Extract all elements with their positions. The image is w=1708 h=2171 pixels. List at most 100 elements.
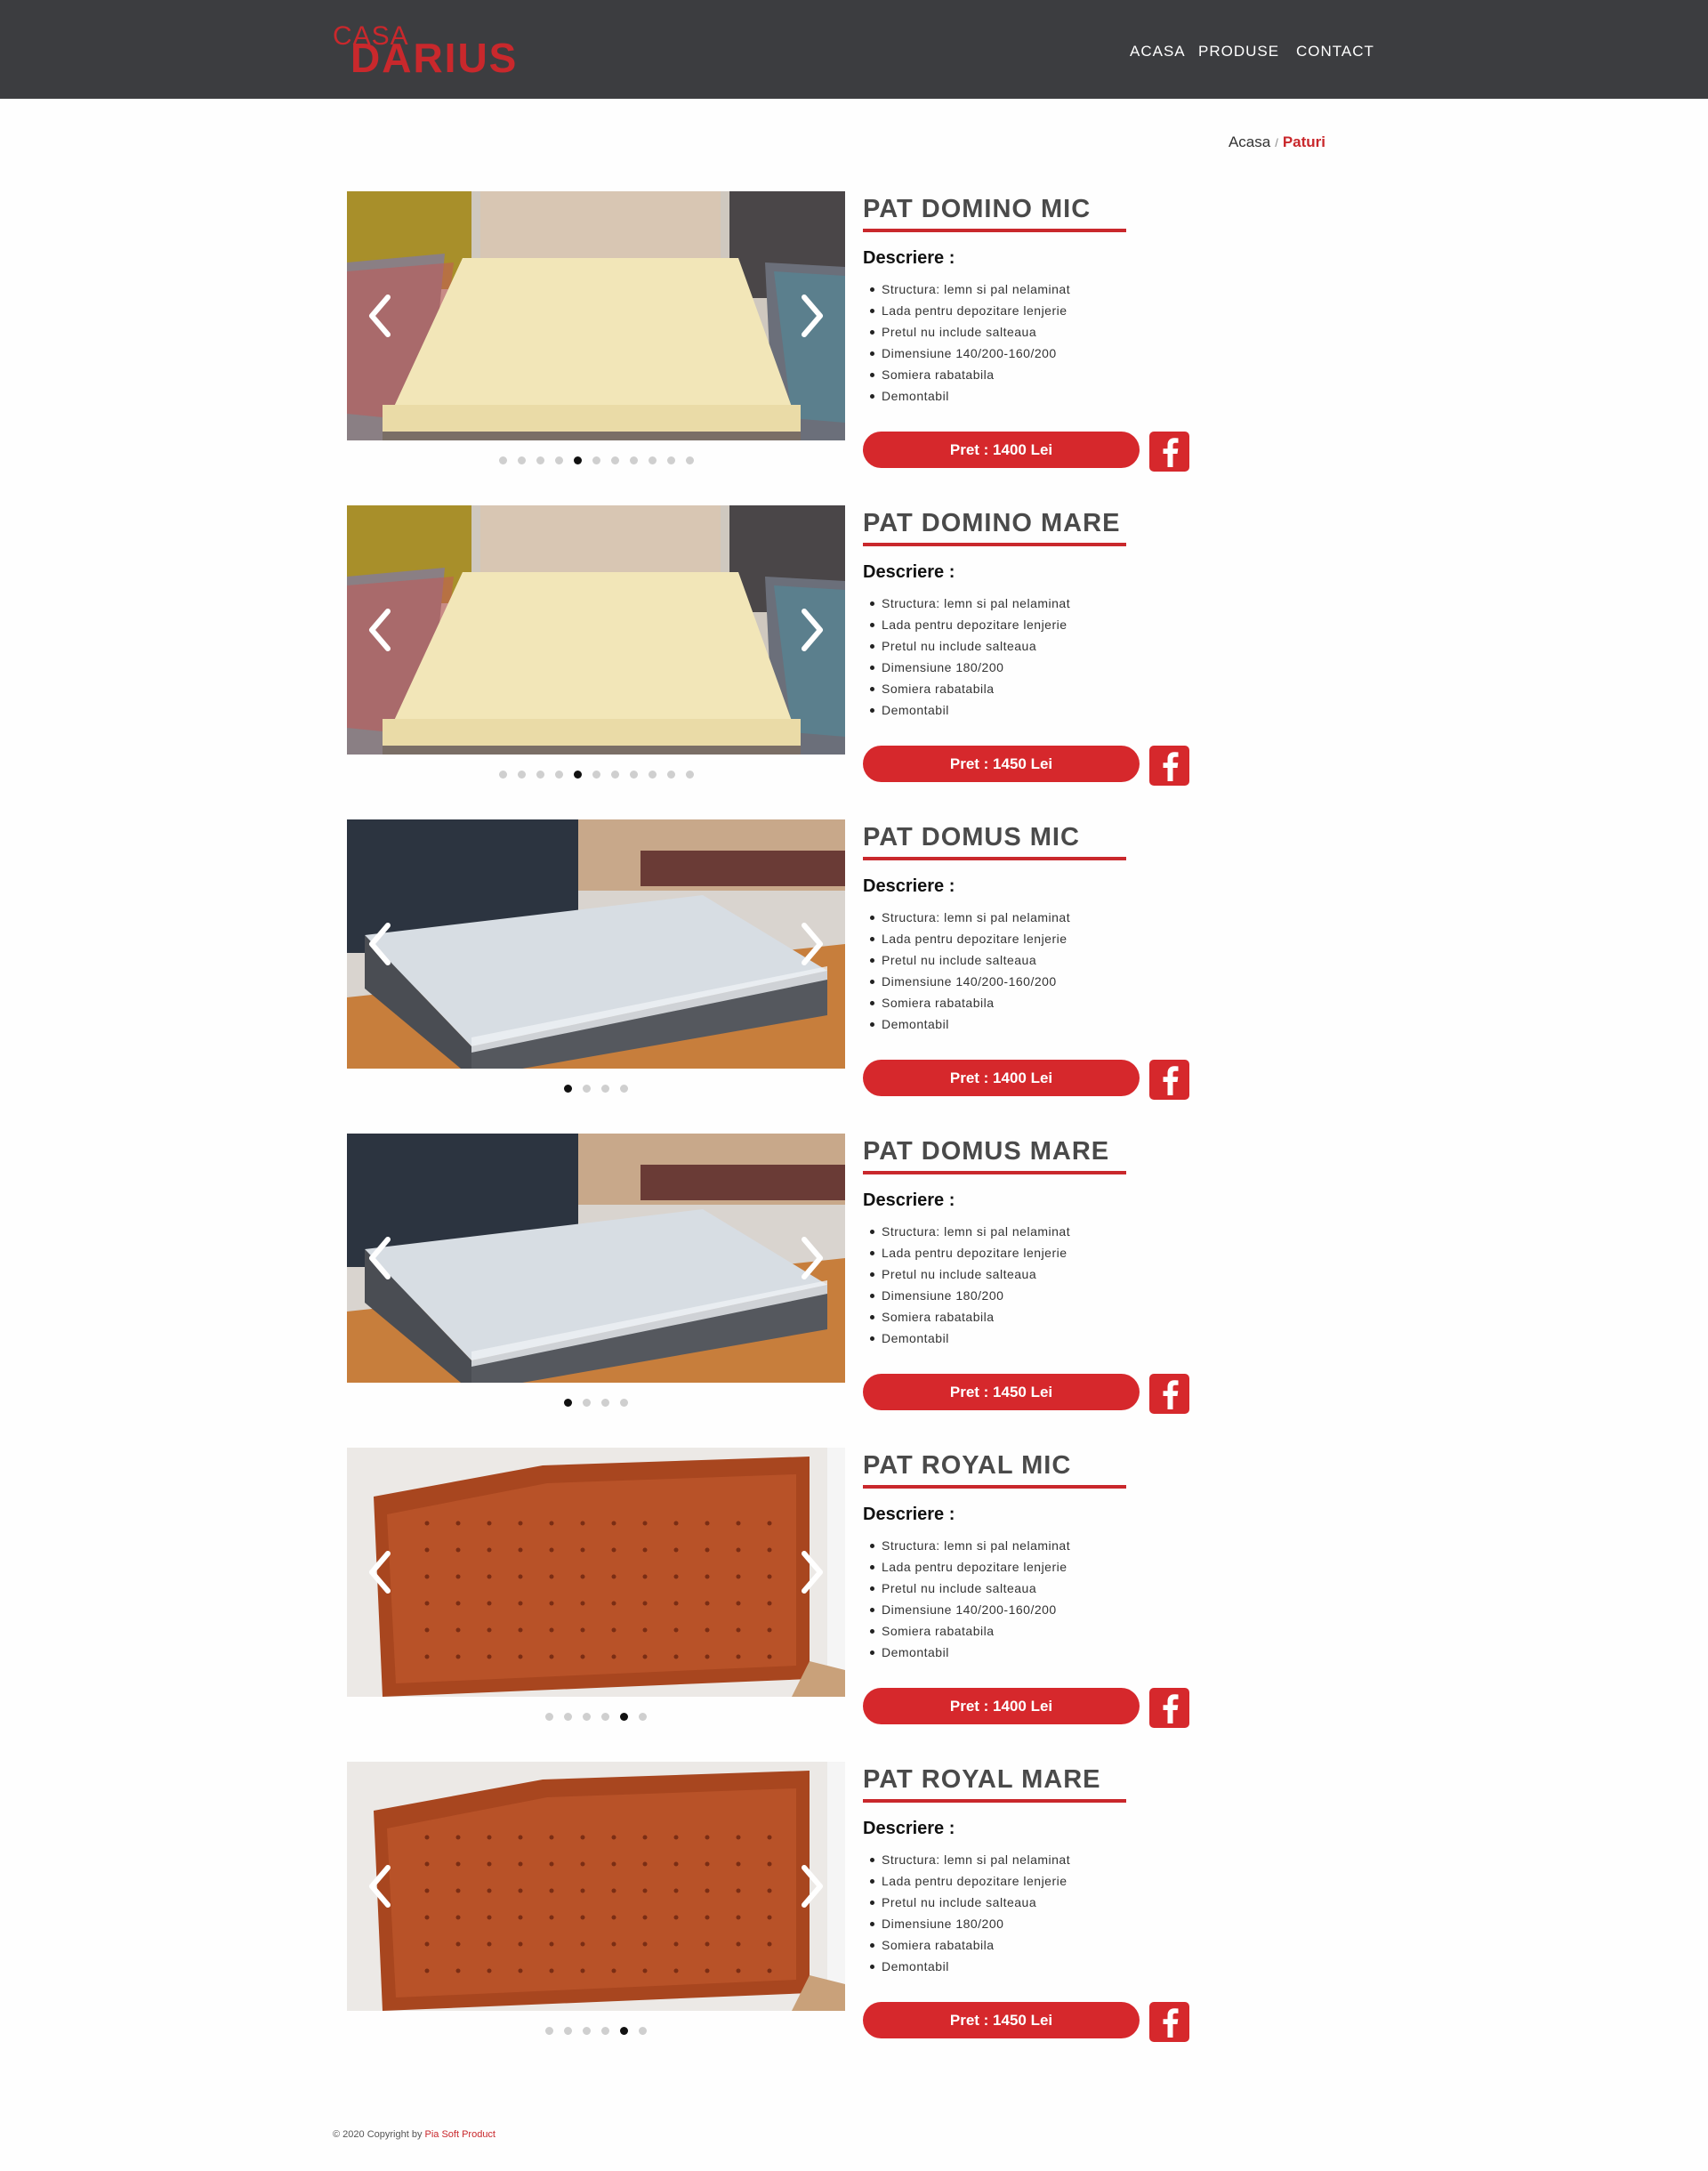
slider-dot[interactable] <box>554 456 563 464</box>
description-label: Descriere : <box>863 1505 955 1524</box>
facebook-share-button[interactable] <box>1149 432 1189 472</box>
slider-next-arrow[interactable] <box>799 294 826 338</box>
slider-dot[interactable] <box>639 1713 647 1721</box>
facebook-share-button[interactable] <box>1149 746 1189 786</box>
slider-dot[interactable] <box>601 1085 609 1093</box>
product-card-2: PAT DOMINO MARE Descriere : Structura: l… <box>347 505 1237 799</box>
slider-dot[interactable] <box>685 456 694 464</box>
logo[interactable]: CASA DARIUS <box>333 21 534 81</box>
feature-list: Structura: lemn si pal nelaminat Lada pen… <box>863 1221 1237 1349</box>
facebook-share-button[interactable] <box>1149 1374 1189 1414</box>
chevron-right-icon <box>802 1551 823 1594</box>
slider-dot[interactable] <box>545 1713 553 1721</box>
nav-acasa[interactable]: ACASA <box>1130 43 1186 61</box>
slider-dot[interactable] <box>545 2027 553 2035</box>
slider-prev-arrow[interactable] <box>367 922 393 966</box>
title-divider <box>863 543 1126 546</box>
product-title: PAT DOMINO MIC <box>863 195 1092 223</box>
slider-dot[interactable] <box>536 456 544 464</box>
slider-dot[interactable] <box>564 1085 572 1093</box>
slider-dot[interactable] <box>629 456 638 464</box>
price-button[interactable]: Pret : 1450 Lei <box>863 746 1140 782</box>
slider-dot[interactable] <box>583 2027 591 2035</box>
image-slider[interactable] <box>347 1134 845 1383</box>
slider-dot[interactable] <box>666 771 675 779</box>
slider-dot[interactable] <box>610 456 619 464</box>
slider-next-arrow[interactable] <box>799 608 826 652</box>
slider-dot[interactable] <box>536 771 544 779</box>
slider-dot[interactable] <box>601 1713 609 1721</box>
slider-dot[interactable] <box>517 456 526 464</box>
slider-dot[interactable] <box>583 1713 591 1721</box>
facebook-share-button[interactable] <box>1149 1060 1189 1100</box>
breadcrumb-current: Paturi <box>1282 133 1325 150</box>
slider-dot[interactable] <box>583 1085 591 1093</box>
chevron-right-icon <box>802 295 823 337</box>
chevron-left-icon <box>369 295 391 337</box>
price-button[interactable]: Pret : 1400 Lei <box>863 1688 1140 1724</box>
image-slider[interactable] <box>347 505 845 755</box>
footer-brand-link[interactable]: Pia Soft Product <box>425 2129 496 2140</box>
slider-dot[interactable] <box>564 1399 572 1407</box>
slider-prev-arrow[interactable] <box>367 1236 393 1280</box>
slider-dot[interactable] <box>573 456 582 464</box>
slider-next-arrow[interactable] <box>799 1236 826 1280</box>
feature-item: Somiera rabatabila <box>863 1934 1237 1956</box>
slider-dot[interactable] <box>583 1399 591 1407</box>
product-image <box>347 505 845 755</box>
price-button[interactable]: Pret : 1450 Lei <box>863 1374 1140 1410</box>
product-info: PAT ROYAL MIC Descriere : Structura: lem… <box>863 1448 1237 1728</box>
slider-dot[interactable] <box>620 2027 628 2035</box>
image-slider[interactable] <box>347 1448 845 1697</box>
chevron-right-icon <box>802 1865 823 1908</box>
slider-dot[interactable] <box>573 771 582 779</box>
feature-item: Structura: lemn si pal nelaminat <box>863 1535 1237 1556</box>
slider-dot[interactable] <box>620 1399 628 1407</box>
facebook-share-button[interactable] <box>1149 1688 1189 1728</box>
slider-dot[interactable] <box>498 771 507 779</box>
image-slider[interactable] <box>347 1762 845 2011</box>
slider-dot[interactable] <box>648 771 657 779</box>
product-image <box>347 191 845 440</box>
slider-dot[interactable] <box>601 1399 609 1407</box>
slider-dot[interactable] <box>620 1713 628 1721</box>
feature-list: Structura: lemn si pal nelaminat Lada pen… <box>863 907 1237 1035</box>
price-button[interactable]: Pret : 1400 Lei <box>863 1060 1140 1096</box>
product-card-5: PAT ROYAL MIC Descriere : Structura: lem… <box>347 1448 1237 1741</box>
slider-dot[interactable] <box>564 2027 572 2035</box>
facebook-share-button[interactable] <box>1149 2002 1189 2042</box>
slider-dot[interactable] <box>666 456 675 464</box>
nav-contact[interactable]: CONTACT <box>1296 43 1374 61</box>
slider-dot[interactable] <box>592 771 600 779</box>
product-title: PAT DOMINO MARE <box>863 509 1121 537</box>
breadcrumb-home[interactable]: Acasa <box>1229 133 1270 150</box>
slider-dot[interactable] <box>554 771 563 779</box>
slider-dot[interactable] <box>610 771 619 779</box>
slider-prev-arrow[interactable] <box>367 294 393 338</box>
feature-item: Dimensiune 180/200 <box>863 657 1237 678</box>
slider-dot[interactable] <box>685 771 694 779</box>
slider-dot[interactable] <box>639 2027 647 2035</box>
slider-prev-arrow[interactable] <box>367 608 393 652</box>
slider-next-arrow[interactable] <box>799 1864 826 1909</box>
slider-dot[interactable] <box>592 456 600 464</box>
footer-copyright: © 2020 Copyright by <box>333 2129 425 2140</box>
feature-item: Structura: lemn si pal nelaminat <box>863 278 1237 300</box>
nav-produse[interactable]: PRODUSE <box>1198 43 1279 61</box>
slider-dot[interactable] <box>648 456 657 464</box>
slider-dot[interactable] <box>620 1085 628 1093</box>
slider-dot[interactable] <box>517 771 526 779</box>
slider-prev-arrow[interactable] <box>367 1550 393 1594</box>
slider-dot[interactable] <box>601 2027 609 2035</box>
price-button[interactable]: Pret : 1400 Lei <box>863 432 1140 468</box>
slider-dot[interactable] <box>629 771 638 779</box>
facebook-icon <box>1163 1694 1179 1723</box>
slider-prev-arrow[interactable] <box>367 1864 393 1909</box>
slider-dot[interactable] <box>498 456 507 464</box>
image-slider[interactable] <box>347 819 845 1069</box>
image-slider[interactable] <box>347 191 845 440</box>
slider-dot[interactable] <box>564 1713 572 1721</box>
slider-next-arrow[interactable] <box>799 922 826 966</box>
price-button[interactable]: Pret : 1450 Lei <box>863 2002 1140 2038</box>
slider-next-arrow[interactable] <box>799 1550 826 1594</box>
